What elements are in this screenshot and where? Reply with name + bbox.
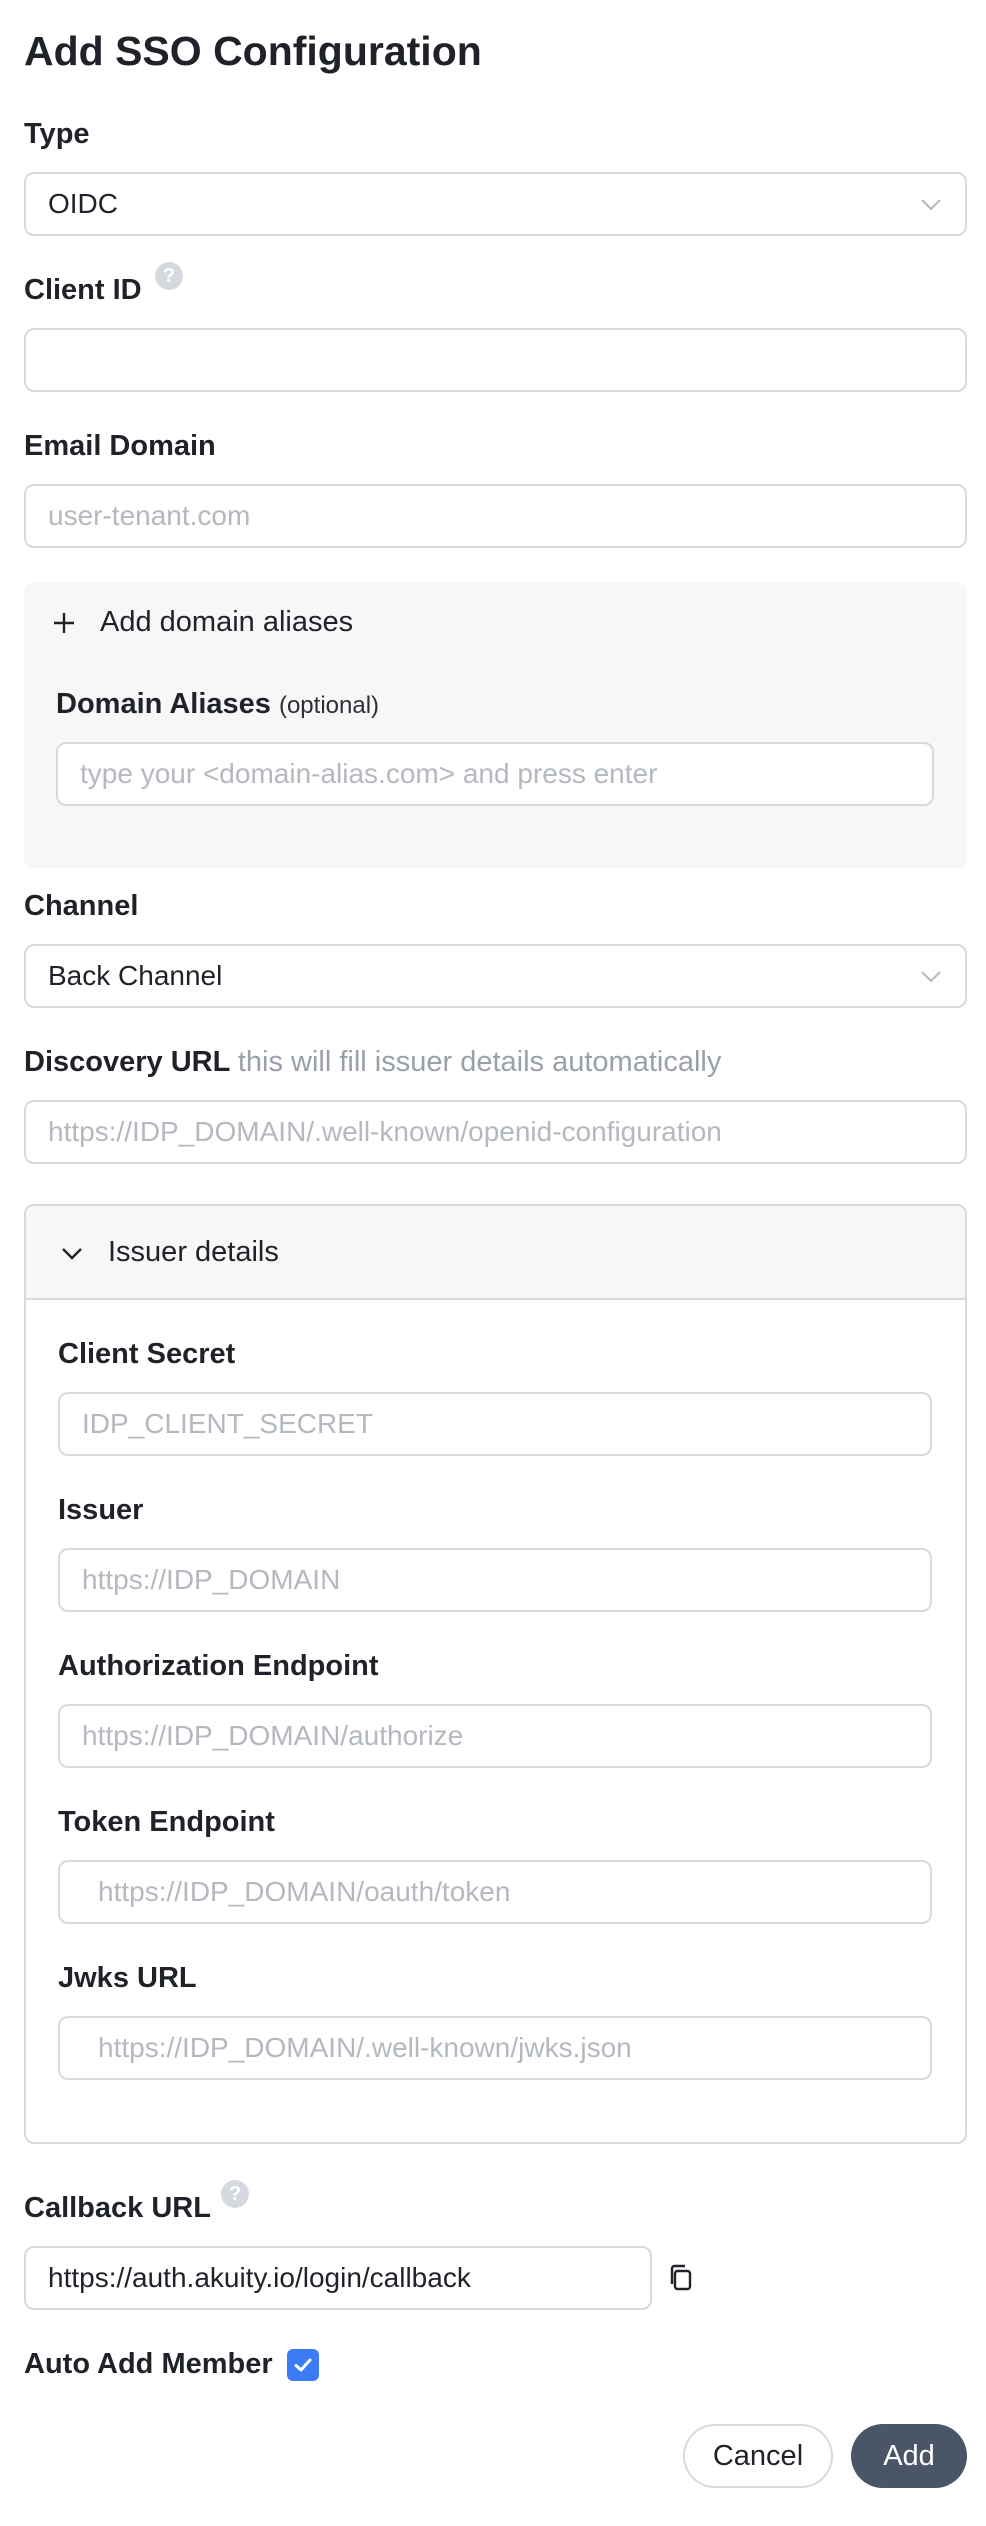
email-domain-placeholder: user-tenant.com [48,500,251,531]
channel-select-value: Back Channel [48,960,223,991]
auto-add-member-checkbox[interactable] [287,2349,319,2381]
question-circle-icon[interactable]: ? [221,2180,249,2208]
callback-url-label: Callback URL [24,2192,211,2224]
client-secret-placeholder: IDP_CLIENT_SECRET [82,1408,373,1439]
email-domain-label: Email Domain [24,430,216,462]
auto-add-member-label: Auto Add Member [24,2348,273,2380]
issuer-input[interactable]: https://IDP_DOMAIN [58,1548,932,1612]
page-title: Add SSO Configuration [24,28,482,74]
domain-aliases-title: Domain Aliases [56,688,271,720]
client-id-input[interactable] [24,328,967,392]
client-secret-input[interactable]: IDP_CLIENT_SECRET [58,1392,932,1456]
domain-aliases-label: Domain Aliases (optional) [56,688,379,721]
client-secret-label: Client Secret [58,1338,236,1370]
check-icon [294,2358,312,2372]
issuer-placeholder: https://IDP_DOMAIN [82,1564,341,1595]
issuer-details-title: Issuer details [108,1236,279,1268]
authorization-endpoint-label: Authorization Endpoint [58,1650,379,1682]
type-select-value: OIDC [48,188,118,219]
add-domain-aliases-button[interactable]: Add domain aliases [52,606,353,639]
token-endpoint-input[interactable]: https://IDP_DOMAIN/oauth/token [58,1860,932,1924]
domain-aliases-optional: (optional) [278,692,380,719]
discovery-url-title: Discovery URL [24,1046,230,1078]
issuer-label: Issuer [58,1494,144,1526]
discovery-url-placeholder: https://IDP_DOMAIN/.well-known/openid-co… [48,1116,722,1147]
type-select[interactable]: OIDC [24,172,967,236]
token-endpoint-label: Token Endpoint [58,1806,275,1838]
domain-aliases-placeholder: type your <domain-alias.com> and press e… [80,758,658,789]
jwks-url-placeholder: https://IDP_DOMAIN/.well-known/jwks.json [98,2032,632,2063]
discovery-url-label: Discovery URL this will fill issuer deta… [24,1046,721,1079]
client-id-label: Client ID [24,274,142,306]
plus-icon [54,612,74,633]
chevron-down-icon [62,1248,82,1260]
jwks-url-label: Jwks URL [58,1962,197,1994]
copy-icon[interactable] [666,2263,696,2293]
issuer-details-header[interactable]: Issuer details [26,1206,965,1300]
callback-url-input[interactable]: https://auth.akuity.io/login/callback [24,2246,652,2310]
channel-select[interactable]: Back Channel [24,944,967,1008]
add-domain-aliases-label: Add domain aliases [100,606,354,638]
discovery-url-hint: this will fill issuer details automatica… [237,1046,722,1078]
email-domain-input[interactable]: user-tenant.com [24,484,967,548]
cancel-button[interactable]: Cancel [683,2424,833,2488]
chevron-down-icon [921,971,941,983]
discovery-url-input[interactable]: https://IDP_DOMAIN/.well-known/openid-co… [24,1100,967,1164]
jwks-url-input[interactable]: https://IDP_DOMAIN/.well-known/jwks.json [58,2016,932,2080]
authorization-endpoint-placeholder: https://IDP_DOMAIN/authorize [82,1720,464,1751]
callback-url-value: https://auth.akuity.io/login/callback [48,2262,471,2293]
authorization-endpoint-input[interactable]: https://IDP_DOMAIN/authorize [58,1704,932,1768]
question-circle-icon[interactable]: ? [155,262,183,290]
domain-aliases-input[interactable]: type your <domain-alias.com> and press e… [56,742,934,806]
chevron-down-icon [921,199,941,211]
add-button[interactable]: Add [851,2424,967,2488]
type-label: Type [24,118,90,150]
channel-label: Channel [24,890,139,922]
token-endpoint-placeholder: https://IDP_DOMAIN/oauth/token [98,1876,511,1907]
